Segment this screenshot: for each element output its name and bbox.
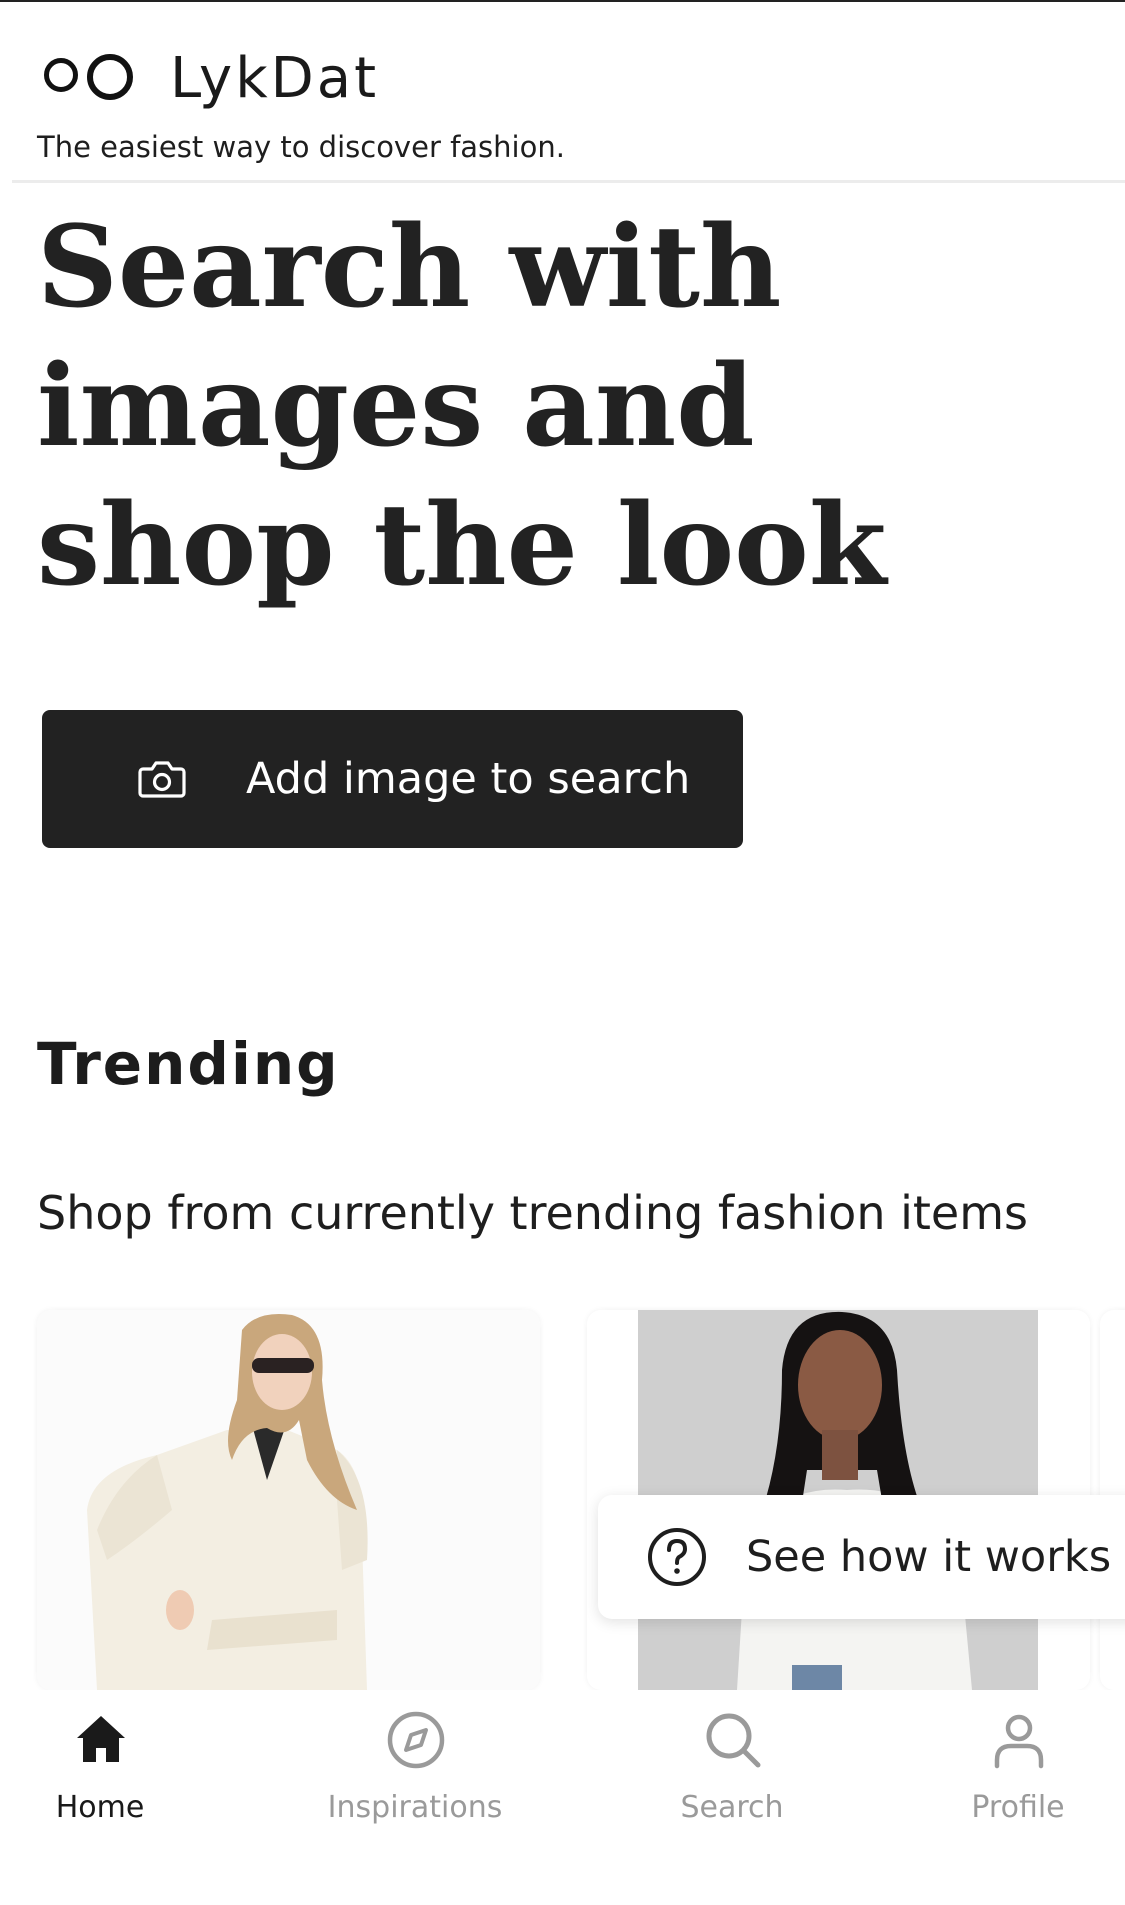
- app-tagline: The easiest way to discover fashion.: [37, 130, 565, 164]
- product-card[interactable]: [37, 1310, 540, 1690]
- nav-home-label: Home: [55, 1790, 145, 1825]
- nav-inspirations[interactable]: Inspirations: [290, 1710, 540, 1860]
- trending-subtitle: Shop from currently trending fashion ite…: [37, 1186, 1028, 1240]
- search-icon: [706, 1713, 761, 1768]
- bottom-nav: Home Inspirations Search Profile: [0, 1690, 1125, 1905]
- add-image-button[interactable]: Add image to search: [42, 710, 743, 848]
- nav-inspirations-label: Inspirations: [327, 1790, 503, 1825]
- hero-title: Search with images and shop the look: [37, 202, 887, 611]
- header-divider: [12, 180, 1125, 183]
- profile-icon: [994, 1714, 1044, 1769]
- add-image-label: Add image to search: [246, 754, 691, 804]
- trending-title: Trending: [37, 1030, 340, 1098]
- logo-icon: [42, 52, 137, 106]
- nav-profile[interactable]: Profile: [893, 1710, 1125, 1860]
- see-how-it-works-button[interactable]: See how it works: [598, 1495, 1125, 1619]
- product-image: [37, 1310, 540, 1690]
- question-circle-icon: [648, 1528, 706, 1586]
- nav-profile-label: Profile: [971, 1790, 1065, 1825]
- nav-home[interactable]: Home: [0, 1710, 225, 1860]
- home-icon: [77, 1716, 125, 1762]
- compass-icon: [387, 1711, 445, 1769]
- camera-icon: [138, 761, 186, 798]
- app-name: LykDat: [170, 46, 380, 111]
- see-how-it-works-label: See how it works: [746, 1532, 1112, 1582]
- nav-search[interactable]: Search: [607, 1710, 857, 1860]
- nav-search-label: Search: [680, 1790, 784, 1825]
- app-header: LykDat The easiest way to discover fashi…: [0, 2, 1125, 183]
